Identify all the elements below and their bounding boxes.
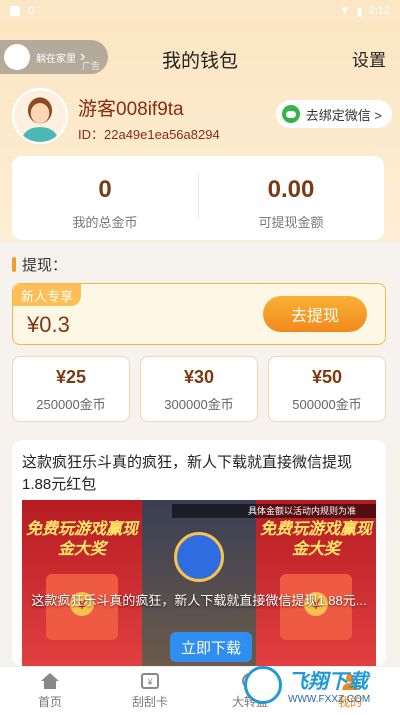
nav-bar: 躺在家里 › 广告 我的钱包 设置: [0, 36, 400, 80]
withdraw-title-text: 提现：: [22, 257, 68, 274]
withdraw-option[interactable]: ¥50 500000金币: [268, 356, 386, 422]
home-icon: [41, 673, 59, 689]
newuser-tag: 新人专享: [13, 284, 82, 306]
ad-panel-left: 免费玩游戏赢现金大奖: [22, 500, 142, 666]
status-bar: 0 ▼ ▮ 2:12: [0, 0, 400, 22]
bind-wechat-label: 去绑定微信 >: [305, 107, 382, 123]
tab-home-label: 首页: [37, 695, 62, 709]
option-coins: 250000金币: [36, 397, 106, 412]
withdraw-section-title: 提现：: [12, 254, 67, 275]
total-coins-value: 0: [98, 176, 112, 203]
profile-section: 游客008if9ta ID：22a49e1ea56a8294 去绑定微信 >: [12, 88, 392, 148]
ad-title: 这款疯狂乐斗真的疯狂，新人下载就直接微信提现1.88元红包: [22, 454, 353, 493]
withdraw-options: ¥25 250000金币 ¥30 300000金币 ¥50 500000金币: [12, 356, 386, 422]
settings-button[interactable]: 设置: [352, 46, 386, 71]
withdraw-option[interactable]: ¥30 300000金币: [140, 356, 258, 422]
ad-game-text-right: 免费玩游戏赢现金大奖: [259, 521, 372, 558]
option-coins: 500000金币: [292, 397, 362, 412]
watermark-title: 飞翔下载: [288, 671, 368, 693]
withdrawable-label: 可提现金额: [258, 215, 324, 230]
ad-game-text-left: 免费玩游戏赢现金大奖: [25, 521, 138, 558]
user-id: ID：22a49e1ea56a8294: [78, 127, 220, 142]
avatar[interactable]: [12, 88, 68, 144]
download-now-button[interactable]: 立即下载: [170, 632, 252, 662]
ad-disclaimer-strip: 具体金额以活动内规则为准: [172, 504, 376, 518]
newuser-amount: ¥0.3: [27, 312, 70, 337]
title-accent-bar: [12, 257, 16, 272]
ad-card[interactable]: 这款疯狂乐斗真的疯狂，新人下载就直接微信提现1.88元红包 免费玩游戏赢现金大奖…: [12, 440, 386, 666]
option-price: ¥25: [55, 367, 87, 387]
watermark-logo-icon: [244, 666, 282, 704]
wechat-icon: [281, 105, 300, 123]
withdrawable-value: 0.00: [267, 176, 315, 203]
withdrawable-amount: 0.00 可提现金额: [198, 156, 384, 240]
battery-icon: ▮: [356, 5, 363, 18]
option-price: ¥50: [311, 367, 343, 387]
total-coins-label: 我的总金币: [72, 215, 138, 230]
wifi-icon: ▼: [339, 5, 351, 17]
blurred-face-icon: [174, 532, 224, 582]
avatar-person-icon: [14, 90, 66, 142]
ad-panel-right: 免费玩游戏赢现金大奖: [256, 500, 376, 666]
balance-card: 0 我的总金币 0.00 可提现金额: [12, 156, 384, 240]
ad-video-thumbnail[interactable]: 免费玩游戏赢现金大奖 免费玩游戏赢现金大奖 具体金额以活动内规则为准 这款疯狂乐…: [22, 500, 376, 666]
watermark: 飞翔下载 WWW.FXXZ.COM: [244, 665, 394, 705]
username: 游客008if9ta: [78, 99, 184, 120]
tab-scratch-card[interactable]: ¥ 刮刮卡: [100, 667, 200, 715]
status-time: 2:12: [368, 5, 390, 17]
page-title: 我的钱包: [161, 51, 238, 72]
withdraw-button[interactable]: 去提现: [263, 296, 367, 332]
bind-wechat-button[interactable]: 去绑定微信 >: [275, 100, 392, 128]
notification-icon: [10, 6, 20, 16]
total-coins: 0 我的总金币: [12, 156, 198, 240]
svg-text:¥: ¥: [146, 677, 153, 687]
withdraw-option[interactable]: ¥25 250000金币: [12, 356, 130, 422]
tab-home[interactable]: 首页: [0, 667, 100, 715]
ad-overlay-text: 这款疯狂乐斗真的疯狂，新人下载就直接微信提现1.88元...: [31, 593, 367, 608]
watermark-url: WWW.FXXZ.COM: [288, 694, 371, 705]
status-left-text: 0: [28, 5, 35, 17]
option-coins: 300000金币: [164, 397, 234, 412]
scratch-card-icon: ¥: [141, 673, 159, 689]
tab-scratch-label: 刮刮卡: [131, 695, 168, 709]
newuser-withdraw-card[interactable]: 新人专享 ¥0.3 去提现: [12, 283, 386, 345]
option-price: ¥30: [183, 367, 215, 387]
